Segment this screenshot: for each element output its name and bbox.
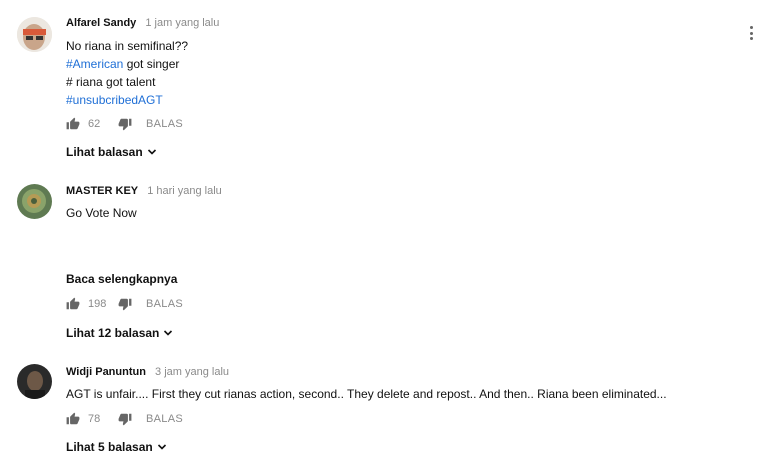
more-vert-icon[interactable] xyxy=(748,26,754,42)
comment-line: #American got singer xyxy=(66,55,740,73)
like-count: 198 xyxy=(88,298,107,310)
hashtag-link[interactable]: #American xyxy=(66,57,123,71)
read-more-button[interactable]: Baca selengkapnya xyxy=(66,272,177,286)
comment-line: AGT is unfair.... First they cut rianas … xyxy=(66,387,667,401)
comment-timestamp[interactable]: 1 jam yang lalu xyxy=(145,17,219,29)
comment-author[interactable]: MASTER KEY xyxy=(66,185,138,197)
view-replies-label: Lihat 12 balasan xyxy=(66,326,160,340)
like-count: 62 xyxy=(88,118,101,130)
thumbs-up-icon[interactable] xyxy=(66,412,80,426)
thumbs-up-icon[interactable] xyxy=(66,297,80,311)
avatar[interactable] xyxy=(17,17,52,52)
thumbs-up-icon[interactable] xyxy=(66,117,80,131)
chevron-down-icon xyxy=(147,149,156,155)
reply-button[interactable]: BALAS xyxy=(146,298,183,310)
view-replies-button[interactable]: Lihat balasan xyxy=(66,145,157,159)
comment-timestamp[interactable]: 1 hari yang lalu xyxy=(147,185,222,197)
thumbs-down-icon[interactable] xyxy=(118,412,132,426)
hashtag-link[interactable]: #unsubcribedAGT xyxy=(66,93,163,107)
comment-actions: 78 BALAS xyxy=(66,411,183,427)
thumbs-down-icon[interactable] xyxy=(118,297,132,311)
reply-button[interactable]: BALAS xyxy=(146,413,183,425)
thumbs-down-icon[interactable] xyxy=(118,117,132,131)
view-replies-button[interactable]: Lihat 5 balasan xyxy=(66,440,167,454)
comment-text: AGT is unfair.... First they cut rianas … xyxy=(66,385,740,403)
comment-body: MASTER KEY 1 hari yang lalu Go Vote Now xyxy=(66,184,740,222)
avatar[interactable] xyxy=(17,184,52,219)
chevron-down-icon xyxy=(157,444,166,450)
comment-text: Go Vote Now xyxy=(66,204,740,222)
comment-author[interactable]: Alfarel Sandy xyxy=(66,17,136,29)
avatar[interactable] xyxy=(17,364,52,399)
comment-body: Alfarel Sandy 1 jam yang lalu No riana i… xyxy=(66,16,740,109)
comment-line: Go Vote Now xyxy=(66,206,137,220)
comment-line: #unsubcribedAGT xyxy=(66,91,740,109)
view-replies-button[interactable]: Lihat 12 balasan xyxy=(66,326,173,340)
chevron-down-icon xyxy=(164,330,173,336)
comment-timestamp[interactable]: 3 jam yang lalu xyxy=(155,366,229,378)
comment-actions: 198 BALAS xyxy=(66,296,183,312)
comment-author[interactable]: Widji Panuntun xyxy=(66,366,146,378)
comment-line: No riana in semifinal?? xyxy=(66,39,189,53)
view-replies-label: Lihat balasan xyxy=(66,145,143,159)
comment-actions: 62 BALAS xyxy=(66,116,183,132)
comment-body: Widji Panuntun 3 jam yang lalu AGT is un… xyxy=(66,365,740,403)
like-count: 78 xyxy=(88,413,101,425)
comment-line-text: got singer xyxy=(123,57,180,71)
view-replies-label: Lihat 5 balasan xyxy=(66,440,153,454)
reply-button[interactable]: BALAS xyxy=(146,118,183,130)
comment-text: No riana in semifinal?? #American got si… xyxy=(66,37,740,109)
comment-line: # riana got talent xyxy=(66,75,156,89)
